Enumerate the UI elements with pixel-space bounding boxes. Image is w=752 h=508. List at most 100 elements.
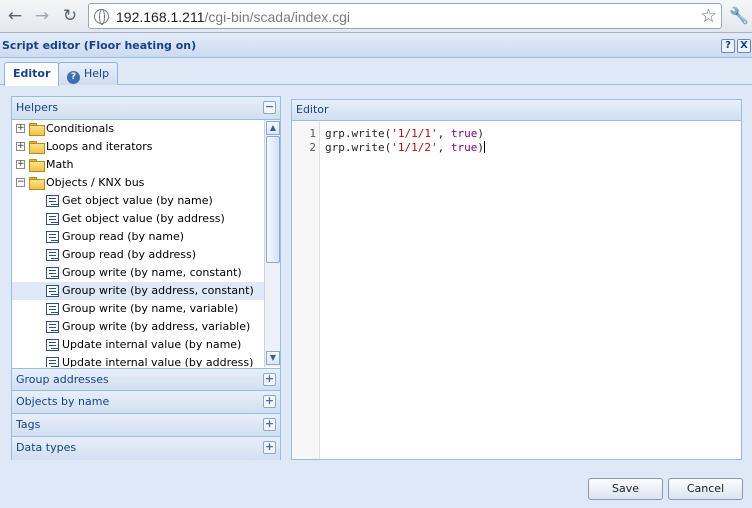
tree-item-label: Group write (by address, constant)	[62, 284, 254, 297]
help-button[interactable]: ?	[721, 39, 735, 53]
window-title: Script editor (Floor heating on)	[2, 39, 197, 52]
section-label: Tags	[16, 418, 41, 431]
back-arrow-icon[interactable]: ←	[4, 5, 26, 27]
expand-icon[interactable]: +	[263, 418, 276, 431]
snippet-icon	[46, 339, 59, 351]
code-fn: grp.write(	[325, 141, 392, 154]
tab-editor-label: Editor	[13, 67, 51, 80]
editor-title: Editor	[296, 103, 329, 116]
tree-item-objects-knx-bus[interactable]: − Objects / KNX bus	[12, 174, 264, 192]
open-folder-icon	[29, 177, 45, 190]
helpers-header[interactable]: Helpers −	[12, 97, 280, 120]
code-editor[interactable]: 1 grp.write('1/1/1', true) 2 grp.write('…	[292, 121, 741, 459]
tree-item-group-write-name-variable[interactable]: Group write (by name, variable)	[12, 300, 264, 318]
tree-item-group-read-name[interactable]: Group read (by name)	[12, 228, 264, 246]
tree-item-label: Conditionals	[46, 122, 115, 135]
snippet-icon	[46, 213, 59, 225]
section-label: Data types	[16, 441, 77, 454]
tree-item-get-value-address[interactable]: Get object value (by address)	[12, 210, 264, 228]
code-line[interactable]: grp.write('1/1/1', true)	[325, 127, 484, 141]
tab-editor[interactable]: Editor	[4, 62, 60, 86]
folder-icon	[29, 159, 45, 172]
cancel-button[interactable]: Cancel	[668, 478, 743, 500]
forward-arrow-icon[interactable]: →	[31, 5, 53, 27]
scrollbar-thumb[interactable]	[266, 136, 280, 263]
expand-icon[interactable]: +	[263, 441, 276, 454]
tree-item-math[interactable]: + Math	[12, 156, 264, 174]
snippet-icon	[46, 303, 59, 315]
snippet-icon	[46, 285, 59, 297]
section-label: Group addresses	[16, 373, 109, 386]
collapse-icon[interactable]: −	[16, 178, 25, 187]
tree-item-label: Update internal value (by name)	[62, 338, 242, 351]
expand-icon[interactable]: +	[16, 142, 25, 151]
code-sep: ,	[437, 141, 451, 154]
url-text: 192.168.1.211/cgi-bin/scada/index.cgi	[116, 9, 350, 25]
section-tags[interactable]: Tags +	[12, 414, 280, 437]
tree-item-conditionals[interactable]: + Conditionals	[12, 120, 264, 138]
save-button[interactable]: Save	[588, 478, 663, 500]
tab-help-label: Help	[84, 67, 110, 80]
tab-strip: Editor ? Help	[0, 59, 752, 86]
expand-icon[interactable]: +	[16, 160, 25, 169]
address-bar[interactable]: 192.168.1.211/cgi-bin/scada/index.cgi ☆	[88, 3, 722, 29]
expand-icon[interactable]: +	[16, 124, 25, 133]
scroll-up-icon[interactable]: ▲	[266, 121, 280, 135]
snippet-icon	[46, 249, 59, 261]
tree-item-label: Get object value (by name)	[62, 194, 213, 207]
line-number: 1	[309, 127, 316, 140]
expand-icon[interactable]: +	[263, 395, 276, 408]
snippet-icon	[46, 321, 59, 333]
url-path: /cgi-bin/scada/index.cgi	[204, 9, 351, 25]
section-data-types[interactable]: Data types +	[12, 437, 280, 460]
tree-item-label: Update internal value (by address)	[62, 356, 254, 367]
tree-item-get-value-name[interactable]: Get object value (by name)	[12, 192, 264, 210]
code-string: '1/1/1'	[391, 127, 438, 140]
code-keyword: true	[450, 127, 478, 140]
section-group-addresses[interactable]: Group addresses +	[12, 368, 280, 391]
tab-help[interactable]: ? Help	[58, 62, 119, 85]
tree-item-label: Get object value (by address)	[62, 212, 225, 225]
editor-header: Editor	[292, 100, 741, 121]
tree-item-label: Group write (by address, variable)	[62, 320, 251, 333]
tree-item-group-write-name-constant[interactable]: Group write (by name, constant)	[12, 264, 264, 282]
tree-item-label: Loops and iterators	[46, 140, 153, 153]
tree-item-group-write-address-variable[interactable]: Group write (by address, variable)	[12, 318, 264, 336]
tree-item-label: Math	[46, 158, 74, 171]
tree-item-group-write-address-constant[interactable]: Group write (by address, constant)	[12, 282, 264, 300]
star-icon[interactable]: ☆	[700, 5, 717, 27]
text-caret	[483, 141, 485, 153]
helpers-panel: Helpers − + Conditionals + Loops and ite…	[11, 96, 281, 460]
folder-icon	[29, 123, 45, 136]
code-line[interactable]: grp.write('1/1/2', true)	[325, 141, 485, 155]
globe-icon	[94, 9, 109, 25]
tree-item-update-internal-name[interactable]: Update internal value (by name)	[12, 336, 264, 354]
helpers-title: Helpers	[16, 101, 59, 114]
tree-item-loops[interactable]: + Loops and iterators	[12, 138, 264, 156]
window-header: Script editor (Floor heating on) ? X	[0, 34, 752, 58]
expand-icon[interactable]: +	[263, 373, 276, 386]
tree-item-label: Group write (by name, variable)	[62, 302, 239, 315]
help-icon: ?	[67, 71, 80, 84]
tree-item-label: Group read (by address)	[62, 248, 197, 261]
close-button[interactable]: X	[737, 39, 751, 53]
collapse-icon[interactable]: −	[263, 101, 276, 114]
code-fn: grp.write(	[325, 127, 392, 140]
tree-scrollbar[interactable]: ▲ ▼	[264, 120, 280, 367]
tree-item-label: Group read (by name)	[62, 230, 185, 243]
tree-item-group-read-address[interactable]: Group read (by address)	[12, 246, 264, 264]
reload-icon[interactable]: ↻	[59, 5, 81, 27]
scroll-down-icon[interactable]: ▼	[266, 351, 280, 365]
section-label: Objects by name	[16, 395, 110, 408]
helpers-tree: + Conditionals + Loops and iterators + M…	[12, 120, 264, 367]
snippet-icon	[46, 267, 59, 279]
wrench-icon[interactable]: 🔧	[728, 5, 750, 27]
snippet-icon	[46, 195, 59, 207]
line-gutter	[292, 121, 320, 459]
tree-item-label: Objects / KNX bus	[46, 176, 145, 189]
section-objects-by-name[interactable]: Objects by name +	[12, 391, 280, 414]
editor-panel: Editor 1 grp.write('1/1/1', true) 2 grp.…	[291, 99, 742, 460]
snippet-icon	[46, 231, 59, 243]
tree-item-update-internal-address[interactable]: Update internal value (by address)	[12, 354, 264, 367]
folder-icon	[29, 141, 45, 154]
